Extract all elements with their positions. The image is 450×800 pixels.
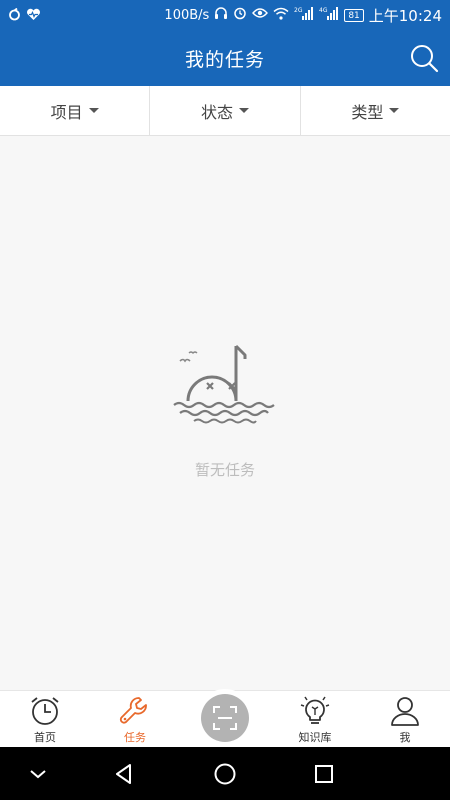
scan-button-inner (201, 694, 249, 742)
nav-home[interactable]: 首页 (10, 695, 80, 745)
filter-project-label: 项目 (50, 102, 83, 122)
filter-type-label: 类型 (351, 102, 384, 122)
svg-text:2G: 2G (294, 7, 303, 14)
alarm-clock-icon (31, 697, 59, 725)
nav-task[interactable]: 任务 (100, 695, 170, 745)
scan-icon (213, 706, 237, 730)
health-icon (26, 8, 41, 23)
wifi-icon (273, 7, 289, 24)
search-icon (411, 45, 439, 73)
chevron-down-icon[interactable] (24, 760, 52, 788)
caret-down-icon (389, 108, 400, 113)
signal-4g-icon: 4G (319, 6, 339, 24)
user-icon (391, 697, 419, 726)
caret-down-icon (239, 108, 249, 113)
network-speed: 100B/s (164, 7, 210, 23)
battery-indicator: 81 (344, 8, 364, 22)
filter-project-dropdown[interactable]: 项目 (0, 86, 149, 135)
caret-down-icon (88, 108, 99, 113)
filter-status-dropdown[interactable]: 状态 (149, 86, 299, 135)
status-bar: 100B/s 2G 4G 81 上午10:24 (0, 0, 450, 30)
page-title: 我的任务 (184, 48, 265, 71)
nav-knowledge-label: 知识库 (298, 731, 332, 744)
nav-task-label: 任务 (124, 731, 146, 744)
bottom-nav: 首页 任务 知识库 我 (0, 689, 450, 747)
notification-icon (8, 7, 21, 23)
filter-bar: 项目 状态 类型 (0, 86, 450, 136)
status-right: 100B/s 2G 4G 81 上午10:24 (164, 5, 442, 26)
home-circle-icon[interactable] (211, 760, 239, 788)
status-time: 上午10:24 (368, 6, 442, 25)
alarm-icon (233, 6, 247, 24)
empty-state-message: 暂无任务 (194, 461, 255, 479)
android-nav-bar (0, 747, 450, 800)
filter-type-dropdown[interactable]: 类型 (299, 86, 450, 135)
headset-icon (214, 6, 228, 24)
recents-square-icon[interactable] (310, 760, 338, 788)
nav-home-label: 首页 (34, 731, 56, 744)
search-button[interactable] (408, 42, 440, 74)
lightbulb-icon (300, 696, 330, 724)
wrench-icon (119, 697, 147, 724)
status-left (8, 7, 41, 23)
nav-me[interactable]: 我 (370, 695, 440, 745)
task-list-area[interactable]: 暂无任务 (0, 136, 450, 690)
eye-icon (252, 7, 269, 23)
filter-status-label: 状态 (200, 102, 233, 122)
back-icon[interactable] (110, 760, 138, 788)
app-header: 我的任务 (0, 30, 450, 86)
scan-button[interactable] (196, 689, 254, 747)
svg-text:4G: 4G (319, 7, 328, 14)
signal-2g-icon: 2G (294, 6, 314, 24)
sinking-music-note-illustration (173, 344, 275, 424)
nav-me-label: 我 (399, 731, 411, 744)
nav-knowledge[interactable]: 知识库 (280, 695, 350, 745)
